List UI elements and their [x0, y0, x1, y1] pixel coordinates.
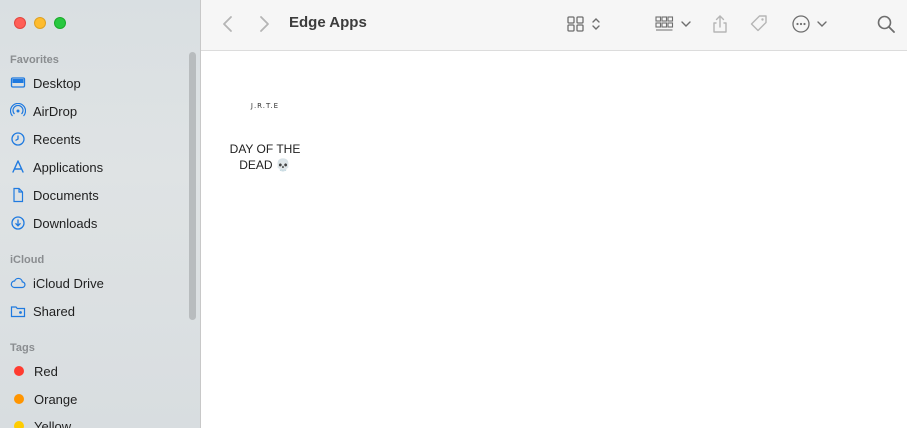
file-item[interactable]: J.R.T.E DAY OF THE DEAD 💀: [223, 89, 307, 173]
group-by-button[interactable]: [655, 0, 693, 48]
forward-button[interactable]: [257, 0, 271, 48]
chevron-left-icon: [223, 16, 232, 32]
search-button[interactable]: [876, 0, 896, 48]
desktop-icon: [10, 77, 26, 88]
sidebar-item-label: Applications: [33, 159, 104, 175]
sidebar-item-shared[interactable]: Shared: [10, 300, 75, 322]
sidebar-item-downloads[interactable]: Downloads: [10, 212, 97, 234]
orange-tag-icon: [14, 394, 24, 404]
sidebar: Favorites Desktop AirDrop Recents Applic…: [0, 0, 201, 428]
yellow-tag-icon: [14, 421, 24, 428]
minimize-button[interactable]: [34, 17, 46, 29]
sidebar-item-label: Recents: [33, 131, 81, 147]
sidebar-item-airdrop[interactable]: AirDrop: [10, 100, 77, 122]
close-button[interactable]: [14, 17, 26, 29]
sidebar-item-desktop[interactable]: Desktop: [10, 72, 81, 94]
sidebar-item-tag-orange[interactable]: Orange: [10, 388, 77, 410]
sidebar-scrollbar[interactable]: [189, 52, 196, 320]
sidebar-item-label: Red: [34, 363, 58, 379]
cloud-icon: [10, 277, 26, 289]
sidebar-item-label: iCloud Drive: [33, 275, 104, 291]
sidebar-item-applications[interactable]: Applications: [10, 156, 103, 178]
file-name-line-2: DEAD 💀: [239, 158, 291, 172]
clock-icon: [11, 132, 25, 146]
file-name-line-1: DAY OF THE: [229, 142, 301, 156]
zoom-button[interactable]: [54, 17, 66, 29]
icon-view-grid-icon: [567, 16, 600, 32]
tags-section-title: Tags: [10, 342, 35, 354]
file-name: DAY OF THE DEAD 💀: [223, 141, 307, 173]
toolbar: Edge Apps: [201, 0, 907, 51]
search-icon: [877, 15, 895, 33]
back-button[interactable]: [221, 0, 235, 48]
sidebar-item-label: Yellow: [34, 418, 72, 428]
sidebar-item-label: Shared: [33, 303, 75, 319]
sidebar-item-icloud-drive[interactable]: iCloud Drive: [10, 272, 104, 294]
document-icon: [13, 187, 24, 203]
view-mode-button[interactable]: [567, 0, 603, 48]
sidebar-item-label: Downloads: [33, 215, 98, 231]
sidebar-item-label: AirDrop: [33, 103, 78, 119]
sidebar-item-label: Documents: [33, 187, 99, 203]
airdrop-icon: [10, 103, 26, 117]
share-button[interactable]: [711, 0, 729, 48]
icloud-section-title: iCloud: [10, 254, 45, 266]
window-title: Edge Apps: [289, 14, 367, 31]
file-browser-content: J.R.T.E DAY OF THE DEAD 💀: [201, 51, 907, 428]
sidebar-item-tag-red[interactable]: Red: [10, 360, 58, 382]
more-actions-button[interactable]: [791, 0, 829, 48]
sidebar-item-recents[interactable]: Recents: [10, 128, 81, 150]
applications-icon: [12, 160, 24, 173]
tag-icon: [750, 15, 767, 32]
sidebar-item-label: Orange: [34, 391, 78, 407]
tag-button[interactable]: [749, 0, 769, 48]
download-icon: [11, 216, 25, 230]
window-controls: [14, 17, 66, 29]
shared-folder-icon: [10, 306, 26, 318]
group-grid-chevron-down-icon: [655, 16, 691, 31]
favorites-section-title: Favorites: [10, 54, 59, 66]
chevron-right-icon: [260, 16, 269, 32]
sidebar-item-label: Desktop: [33, 75, 81, 91]
sidebar-item-tag-yellow[interactable]: Yellow: [10, 415, 71, 428]
file-thumbnail: J.R.T.E: [250, 102, 280, 110]
ellipsis-circle-chevron-down-icon: [792, 15, 827, 33]
share-icon: [713, 15, 727, 33]
sidebar-item-documents[interactable]: Documents: [10, 184, 99, 206]
red-tag-icon: [14, 366, 24, 376]
